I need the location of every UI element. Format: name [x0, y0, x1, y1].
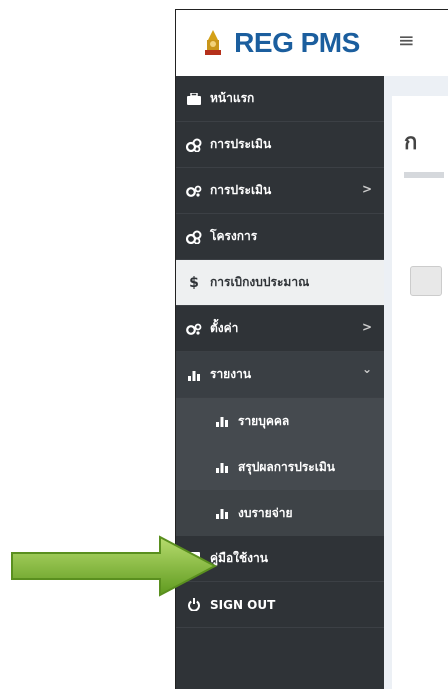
chevron-down-icon: ⌄ [361, 362, 372, 376]
reports-submenu: รายบุคคล สรุปผลการประเมิน งบรายจ่าย [176, 398, 384, 536]
sidebar: หน้าแรก การประเมิน การประเมิน > โครงการ … [176, 76, 384, 689]
sidebar-subitem-expense-budget[interactable]: งบรายจ่าย [176, 490, 384, 536]
sidebar-subitem-evaluation-summary[interactable]: สรุปผลการประเมิน [176, 444, 384, 490]
briefcase-icon [186, 92, 202, 105]
bar-chart-icon [214, 507, 230, 519]
sidebar-item-label: รายงาน [210, 367, 252, 381]
sidebar-item-evaluation-menu[interactable]: การประเมิน > [176, 168, 384, 214]
sidebar-subitem-individual[interactable]: รายบุคคล [176, 398, 384, 444]
sidebar-item-label: SIGN OUT [210, 597, 276, 612]
sidebar-item-settings[interactable]: ตั้งค่า > [176, 306, 384, 352]
content-card: ก [392, 96, 448, 689]
sidebar-item-label: หน้าแรก [210, 91, 255, 105]
menu-toggle-icon[interactable]: ≡ [398, 28, 415, 52]
top-header: REG PMS ≡ [176, 10, 448, 77]
chevron-right-icon: > [361, 320, 372, 334]
cogs-icon [186, 230, 202, 244]
brand-title: REG PMS [234, 27, 360, 58]
sidebar-item-label: ตั้งค่า [210, 321, 239, 335]
title-underline [404, 172, 444, 178]
sidebar-item-label: การประเมิน [210, 183, 272, 197]
sidebar-item-label: โครงการ [210, 229, 258, 243]
sidebar-item-evaluation[interactable]: การประเมิน [176, 122, 384, 168]
sidebar-item-label: การประเมิน [210, 137, 272, 151]
bar-chart-icon [186, 369, 202, 381]
university-emblem-icon [205, 30, 222, 55]
power-icon [186, 598, 202, 611]
bar-chart-icon [214, 461, 230, 473]
dollar-icon: $ [189, 274, 199, 291]
page-title: ก [404, 130, 418, 155]
main-content: ก [384, 76, 448, 689]
sidebar-item-label: งบรายจ่าย [238, 505, 293, 520]
cogs-icon [186, 138, 202, 152]
sidebar-item-label: การเบิกงบประมาณ [210, 275, 310, 289]
sidebar-item-label: รายบุคคล [238, 413, 290, 428]
brand[interactable]: REG PMS [176, 10, 384, 76]
bar-chart-icon [214, 415, 230, 427]
sidebar-item-projects[interactable]: โครงการ [176, 214, 384, 260]
chevron-right-icon: > [361, 182, 372, 196]
pointer-arrow-icon [11, 535, 218, 597]
content-panel [410, 266, 442, 296]
sidebar-item-label: สรุปผลการประเมิน [238, 459, 335, 474]
sidebar-item-reports[interactable]: รายงาน ⌄ [176, 352, 384, 398]
sidebar-item-home[interactable]: หน้าแรก [176, 76, 384, 122]
sidebar-item-budget-withdrawal[interactable]: $ การเบิกงบประมาณ [176, 260, 384, 306]
gears-icon [186, 185, 202, 197]
gears-icon [186, 323, 202, 335]
